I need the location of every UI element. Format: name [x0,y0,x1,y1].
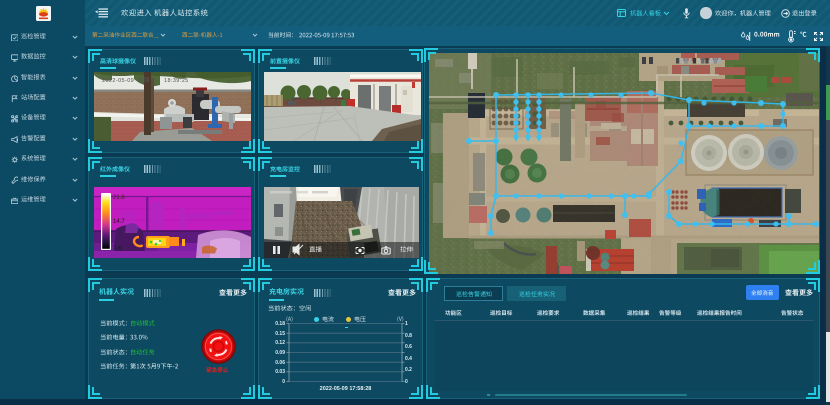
svg-text:18:39:25: 18:39:25 [164,78,189,84]
svg-text:2022-05-09: 2022-05-09 [102,78,134,84]
svg-text:7.6: 7.6 [113,246,122,252]
svg-text:21.6: 21.6 [113,195,125,201]
svg-text:星期一: 星期一 [138,77,156,84]
svg-text:14.7: 14.7 [113,219,125,225]
